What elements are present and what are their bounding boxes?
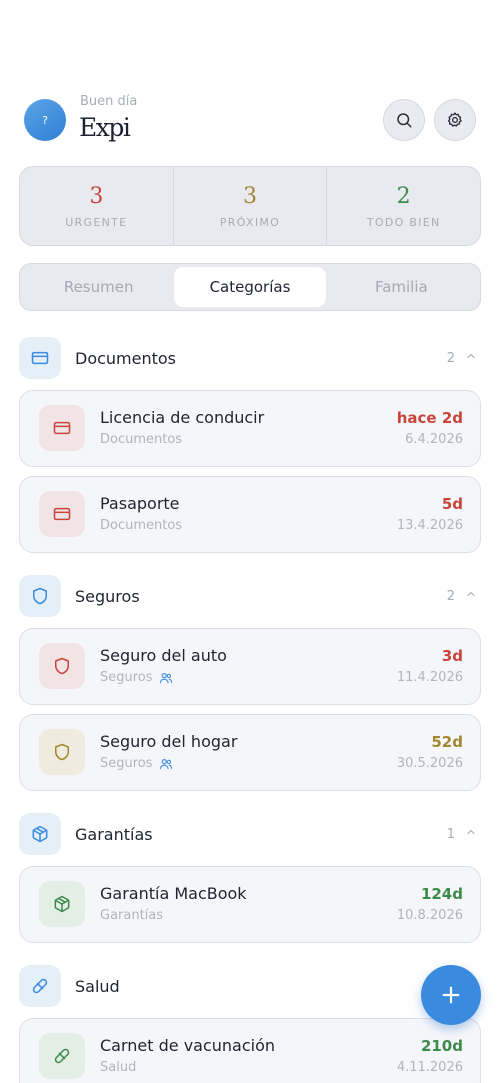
app-title: Expi <box>79 113 131 142</box>
family-shared-icon <box>159 757 173 771</box>
card-icon <box>39 405 85 451</box>
search-button[interactable] <box>383 99 425 141</box>
item-category: Documentos <box>100 432 182 447</box>
add-item-button[interactable] <box>421 965 481 1025</box>
category-name: Documentos <box>75 348 177 368</box>
category-count-value: 2 <box>446 588 455 604</box>
item-category: Salud <box>100 1060 136 1075</box>
item-card[interactable]: Seguro del hogar Seguros 52d 30.5.2026 <box>19 714 481 791</box>
stat-urgent[interactable]: 3 URGENTE <box>20 167 173 245</box>
category-header[interactable]: Seguros 2 <box>19 574 481 618</box>
item-expiry-date: 11.4.2026 <box>396 670 463 685</box>
category-count-value: 2 <box>446 350 455 366</box>
category-header[interactable]: Documentos 2 <box>19 336 481 380</box>
category-count-value: 1 <box>446 826 455 842</box>
avatar[interactable]: ? <box>24 99 66 141</box>
category-list: Documentos 2 Licencia de conducir Docume… <box>19 336 481 1083</box>
item-category-label: Seguros <box>100 670 153 685</box>
category-count: 1 <box>447 812 477 856</box>
item-card[interactable]: Carnet de vacunación Salud 210d 4.11.202… <box>19 1018 481 1083</box>
item-category: Garantías <box>100 908 163 923</box>
item-card[interactable]: Pasaporte Documentos 5d 13.4.2026 <box>19 476 481 553</box>
item-days-remaining: hace 2d <box>396 409 463 427</box>
shield-icon <box>39 643 85 689</box>
item-days-remaining: 124d <box>420 885 463 903</box>
category-header[interactable]: Garantías 1 <box>19 812 481 856</box>
status-summary: 3 URGENTE 3 PRÓXIMO 2 TODO BIEN <box>19 166 481 246</box>
item-card[interactable]: Garantía MacBook Garantías 124d 10.8.202… <box>19 866 481 943</box>
item-expiry-date: 10.8.2026 <box>396 908 463 923</box>
stat-value: 3 <box>89 183 104 209</box>
gear-icon <box>447 112 462 127</box>
chevron-up-icon[interactable] <box>465 350 477 366</box>
family-shared-icon <box>159 671 173 685</box>
category-header[interactable]: Salud <box>19 964 481 1008</box>
box-icon <box>19 813 61 855</box>
item-title: Garantía MacBook <box>100 884 247 903</box>
shield-icon <box>19 575 61 617</box>
item-title: Seguro del hogar <box>100 732 238 751</box>
item-title: Seguro del auto <box>100 646 227 665</box>
stat-label: URGENTE <box>65 215 128 229</box>
tab-resumen[interactable]: Resumen <box>23 267 174 307</box>
tab-familia[interactable]: Familia <box>326 267 477 307</box>
item-category-label: Documentos <box>100 518 183 533</box>
chevron-up-icon[interactable] <box>465 588 477 604</box>
category-name: Seguros <box>75 586 140 606</box>
search-icon <box>397 113 412 128</box>
card-icon <box>19 337 61 379</box>
item-expiry-date: 6.4.2026 <box>405 432 463 447</box>
item-days-remaining: 52d <box>431 733 463 751</box>
item-category-label: Garantías <box>100 908 164 923</box>
item-title: Carnet de vacunación <box>100 1036 276 1055</box>
item-days-remaining: 5d <box>441 495 463 513</box>
avatar-text: ? <box>42 113 48 127</box>
item-expiry-date: 13.4.2026 <box>396 518 463 533</box>
view-tabs: Resumen Categorías Familia <box>19 263 481 311</box>
item-category: Documentos <box>100 518 182 533</box>
card-icon <box>39 491 85 537</box>
item-expiry-date: 30.5.2026 <box>396 756 463 771</box>
header: ? Buen día Expi <box>24 94 481 154</box>
item-category: Seguros <box>100 756 173 771</box>
item-category-label: Salud <box>100 1060 137 1075</box>
stat-label: PRÓXIMO <box>219 215 281 229</box>
item-category: Seguros <box>100 670 173 685</box>
plus-icon <box>442 986 460 1004</box>
shield-icon <box>39 729 85 775</box>
item-card[interactable]: Seguro del auto Seguros 3d 11.4.2026 <box>19 628 481 705</box>
category-name: Salud <box>75 976 120 996</box>
category-name: Garantías <box>75 824 153 844</box>
greeting: Buen día <box>80 94 138 109</box>
pill-icon <box>39 1033 85 1079</box>
stat-value: 2 <box>396 183 411 209</box>
tab-categorias[interactable]: Categorías <box>174 267 326 307</box>
stat-upcoming[interactable]: 3 PRÓXIMO <box>172 167 327 245</box>
category-count: 2 <box>447 574 477 618</box>
settings-button[interactable] <box>434 99 476 141</box>
item-card[interactable]: Licencia de conducir Documentos hace 2d … <box>19 390 481 467</box>
stat-all-good[interactable]: 2 TODO BIEN <box>326 167 480 245</box>
item-days-remaining: 210d <box>420 1037 463 1055</box>
pill-icon <box>19 965 61 1007</box>
box-icon <box>39 881 85 927</box>
item-category-label: Seguros <box>100 756 153 771</box>
stat-value: 3 <box>243 183 257 209</box>
chevron-up-icon[interactable] <box>465 826 477 842</box>
stat-label: TODO BIEN <box>366 215 441 229</box>
item-expiry-date: 4.11.2026 <box>396 1060 463 1075</box>
item-title: Pasaporte <box>100 494 180 513</box>
item-title: Licencia de conducir <box>100 408 265 427</box>
category-count: 2 <box>447 336 477 380</box>
item-days-remaining: 3d <box>441 647 463 665</box>
item-category-label: Documentos <box>100 432 183 447</box>
